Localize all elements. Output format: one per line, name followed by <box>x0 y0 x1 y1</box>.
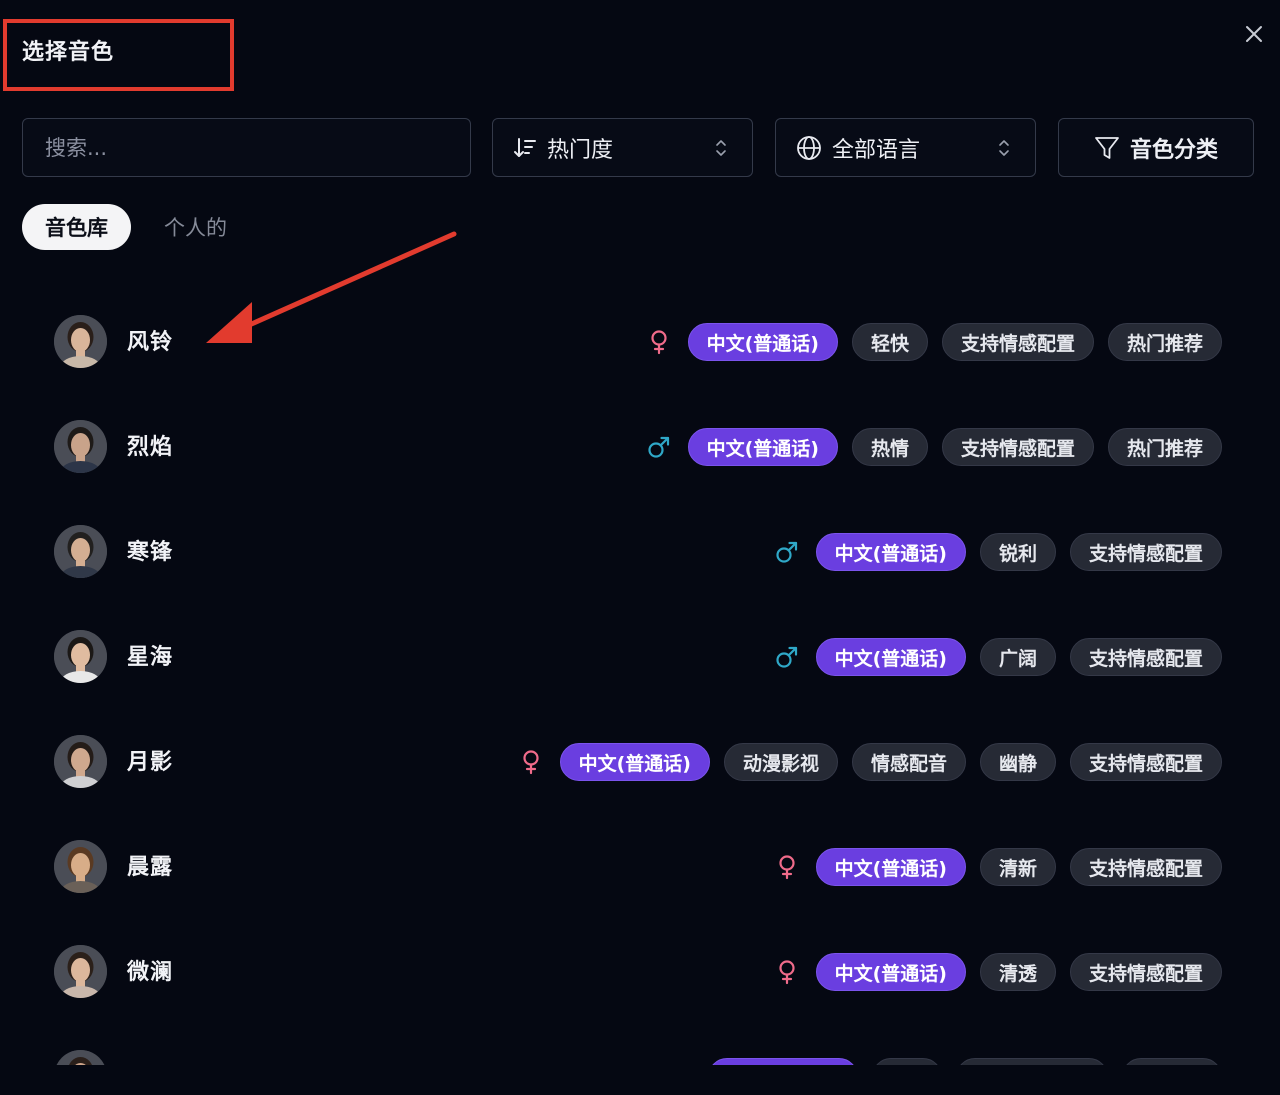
voice-tag: 支持情感配置 <box>1069 533 1222 571</box>
male-icon <box>775 541 797 563</box>
avatar <box>54 840 107 893</box>
voice-tags: 中文(普通话) 清透 支持情感配置 <box>774 952 1222 992</box>
avatar <box>54 315 107 368</box>
male-icon <box>775 646 797 668</box>
voice-tag: 支持情感配置 <box>1069 848 1222 886</box>
avatar <box>54 525 107 578</box>
category-filter-button[interactable]: 音色分类 <box>1058 118 1254 177</box>
language-tag: 中文(普通话) <box>559 743 710 781</box>
voice-tag <box>872 1058 942 1065</box>
voice-tags: 中文(普通话) 动漫影视 情感配音 幽静 支持情感配置 <box>518 742 1222 782</box>
voice-tag: 清透 <box>979 953 1056 991</box>
language-tag: 中文(普通话) <box>687 428 838 466</box>
language-tag: 中文(普通话) <box>815 533 966 571</box>
male-icon <box>647 436 669 458</box>
sort-descending-icon <box>514 137 536 157</box>
filter-icon <box>1095 136 1119 159</box>
voice-tags: 中文(普通话) 广阔 支持情感配置 <box>774 637 1222 677</box>
voice-row[interactable]: 微澜 中文(普通话) 清透 支持情感配置 <box>0 920 1280 1025</box>
globe-icon <box>797 135 821 160</box>
voice-tag: 热门推荐 <box>1107 323 1222 361</box>
voice-select-dialog: 选择音色 热门度 全部语言 <box>0 0 1280 1095</box>
voice-tag: 支持情感配置 <box>941 323 1094 361</box>
avatar <box>54 1050 107 1065</box>
search-field[interactable] <box>22 118 471 177</box>
voice-tag: 支持情感配置 <box>1069 953 1222 991</box>
voice-tag: 情感配音 <box>851 743 966 781</box>
voice-tag <box>1122 1058 1222 1065</box>
language-tag: 中文(普通话) <box>815 848 966 886</box>
voice-row[interactable]: 寒锋 中文(普通话) 锐利 支持情感配置 <box>0 500 1280 605</box>
category-label: 音色分类 <box>1129 137 1218 163</box>
female-icon <box>778 855 795 880</box>
voice-tag: 清新 <box>979 848 1056 886</box>
avatar <box>54 735 107 788</box>
voice-tag: 动漫影视 <box>723 743 838 781</box>
avatar <box>54 420 107 473</box>
voice-tag: 支持情感配置 <box>1069 638 1222 676</box>
voice-name: 烈焰 <box>127 435 174 460</box>
language-tag: 中文(普通话) <box>815 638 966 676</box>
voice-tag: 支持情感配置 <box>1069 743 1222 781</box>
voice-tag <box>956 1058 1108 1065</box>
voice-name: 微澜 <box>127 960 174 985</box>
avatar <box>54 945 107 998</box>
voice-tags: 中文(普通话) 轻快 支持情感配置 热门推荐 <box>646 322 1222 362</box>
voice-tag: 广阔 <box>979 638 1056 676</box>
voice-name: 风铃 <box>127 330 174 355</box>
voice-tags: 中文(普通话) 热情 支持情感配置 热门推荐 <box>646 427 1222 467</box>
avatar <box>54 630 107 683</box>
voice-tag: 热门推荐 <box>1107 428 1222 466</box>
language-select[interactable]: 全部语言 <box>775 118 1036 177</box>
voice-name: 寒锋 <box>127 540 174 565</box>
language-tag: 中文(普通话) <box>815 953 966 991</box>
voice-tags <box>708 1057 1222 1065</box>
voice-tag: 支持情感配置 <box>941 428 1094 466</box>
tab-personal[interactable]: 个人的 <box>164 204 227 250</box>
voice-name: 星海 <box>127 645 174 670</box>
voice-tag <box>708 1058 858 1065</box>
voice-tag: 锐利 <box>979 533 1056 571</box>
chevron-up-down-icon <box>999 140 1009 156</box>
female-icon <box>650 330 667 355</box>
voice-tag: 热情 <box>851 428 928 466</box>
voice-row[interactable]: 晨露 中文(普通话) 清新 支持情感配置 <box>0 815 1280 920</box>
voice-row[interactable]: 月影 中文(普通话) 动漫影视 情感配音 幽静 支持情感配置 <box>0 710 1280 815</box>
voice-name: 月影 <box>127 750 174 775</box>
voice-tags: 中文(普通话) 清新 支持情感配置 <box>774 847 1222 887</box>
voice-row[interactable]: 风铃 中文(普通话) 轻快 支持情感配置 热门推荐 <box>0 290 1280 395</box>
language-label: 全部语言 <box>832 137 921 163</box>
sort-label: 热门度 <box>547 137 614 163</box>
tab-voice-library[interactable]: 音色库 <box>22 204 131 250</box>
voice-list: 风铃 中文(普通话) 轻快 支持情感配置 热门推荐 烈焰 中文(普通话) 热情 支持情感配置 热门… <box>0 290 1280 1065</box>
voice-row[interactable]: 星海 中文(普通话) 广阔 支持情感配置 <box>0 605 1280 710</box>
voice-name: 晨露 <box>127 855 174 880</box>
chevron-up-down-icon <box>716 140 726 156</box>
voice-tags: 中文(普通话) 锐利 支持情感配置 <box>774 532 1222 572</box>
voice-row[interactable] <box>0 1025 1280 1065</box>
female-icon <box>522 750 539 775</box>
voice-row[interactable]: 烈焰 中文(普通话) 热情 支持情感配置 热门推荐 <box>0 395 1280 500</box>
search-input[interactable] <box>43 134 447 161</box>
sort-select[interactable]: 热门度 <box>492 118 753 177</box>
voice-tag: 幽静 <box>979 743 1056 781</box>
voice-tag: 轻快 <box>851 323 928 361</box>
annotation-highlight-box <box>3 19 234 91</box>
language-tag: 中文(普通话) <box>687 323 838 361</box>
female-icon <box>778 960 795 985</box>
close-icon[interactable] <box>1240 20 1268 48</box>
